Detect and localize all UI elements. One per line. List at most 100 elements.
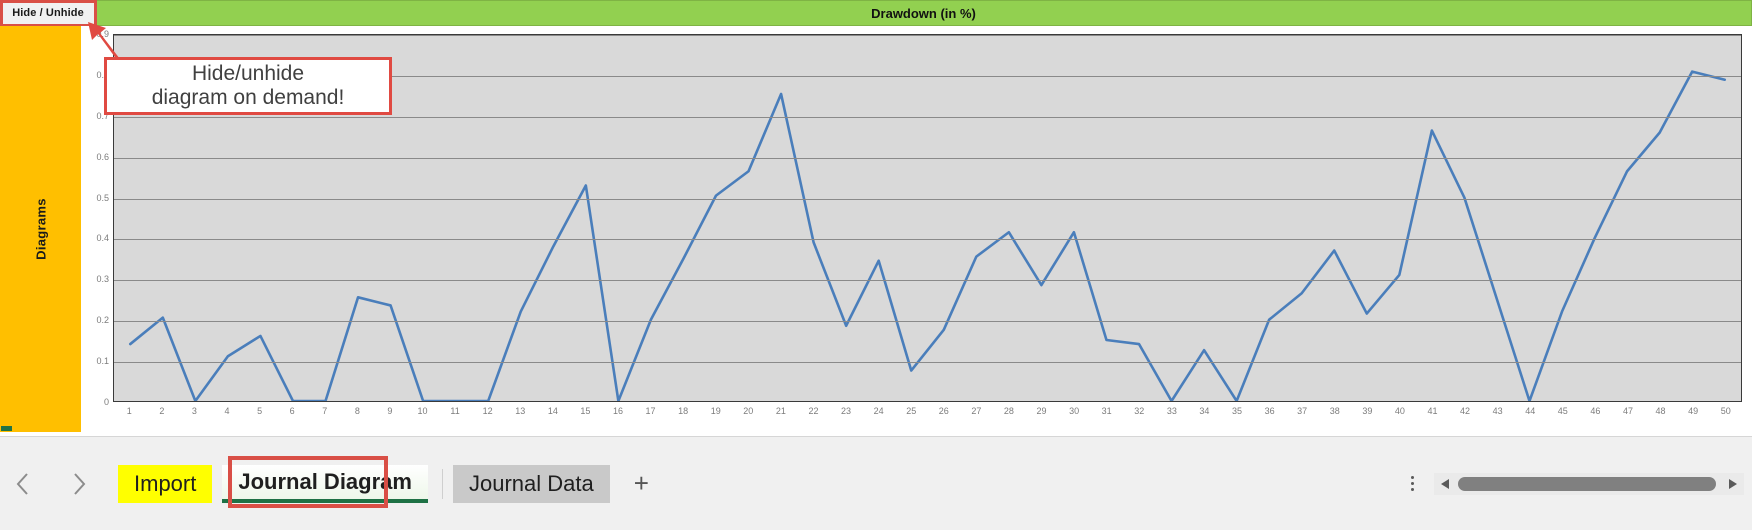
x-axis-tick-label: 20 <box>743 406 754 416</box>
sheet-corner-marker <box>1 426 12 431</box>
x-axis-tick-label: 10 <box>417 406 428 416</box>
triangle-left-icon <box>1441 478 1449 489</box>
x-axis-tick-label: 16 <box>612 406 623 416</box>
y-axis-tick-label: 0.5 <box>96 192 109 203</box>
x-axis-tick-label: 38 <box>1329 406 1340 416</box>
x-axis-tick-label: 30 <box>1069 406 1080 416</box>
callout-line-1: Hide/unhide <box>191 62 305 86</box>
gridline <box>114 198 1741 200</box>
sheet-tab-bar: Import Journal Diagram Journal Data + <box>0 436 1752 530</box>
x-axis-tick-label: 46 <box>1590 406 1601 416</box>
hide-unhide-button[interactable]: Hide / Unhide <box>0 0 96 26</box>
gridline <box>114 239 1741 241</box>
next-sheet-button[interactable] <box>62 467 96 501</box>
sheet-nav-arrows <box>6 467 96 501</box>
x-axis-tick-label: 2 <box>159 406 165 416</box>
tab-divider <box>441 468 443 499</box>
sheet-tab-import-label: Import <box>134 470 197 496</box>
x-axis-tick-label: 50 <box>1720 406 1731 416</box>
x-axis-tick-label: 11 <box>450 406 460 416</box>
sheet-tab-journal-diagram-label: Journal Diagram <box>238 468 412 494</box>
x-axis-tick-label: 40 <box>1394 406 1405 416</box>
add-sheet-button[interactable]: + <box>616 468 667 499</box>
scroll-track[interactable] <box>1456 476 1722 491</box>
x-axis-tick-label: 49 <box>1688 406 1699 416</box>
horizontal-scrollbar[interactable] <box>1434 472 1744 495</box>
x-axis-tick-label: 24 <box>873 406 884 416</box>
sheet-tab-journal-diagram[interactable]: Journal Diagram <box>222 464 428 503</box>
hide-unhide-label: Hide / Unhide <box>12 7 84 19</box>
gridline <box>114 321 1741 323</box>
x-axis-tick-label: 28 <box>1003 406 1014 416</box>
y-axis-tick-label: 0.4 <box>96 233 109 244</box>
top-bar: Hide / Unhide Drawdown (in %) <box>0 0 1752 26</box>
diagrams-sidebar[interactable]: Diagrams <box>0 26 82 432</box>
scroll-thumb[interactable] <box>1458 476 1717 491</box>
callout-line-2: diagram on demand! <box>151 86 345 109</box>
x-axis-tick-label: 18 <box>678 406 689 416</box>
x-axis-tick-label: 23 <box>841 406 852 416</box>
x-axis-tick-label: 19 <box>710 406 721 416</box>
x-axis-tick-label: 37 <box>1297 406 1308 416</box>
dot <box>1411 476 1414 479</box>
y-axis-tick-label: 0.1 <box>96 356 109 367</box>
x-axis-tick-label: 13 <box>515 406 526 416</box>
x-axis-tick-label: 25 <box>906 406 917 416</box>
x-axis-tick-label: 47 <box>1622 406 1633 416</box>
spreadsheet-diagram-view: Hide / Unhide Drawdown (in %) Diagrams 0… <box>0 0 1752 530</box>
x-axis-tick-label: 43 <box>1492 406 1503 416</box>
gridline <box>114 280 1741 282</box>
x-axis-tick-label: 29 <box>1036 406 1047 416</box>
x-axis-tick-label: 12 <box>482 406 493 416</box>
x-axis-tick-label: 9 <box>387 406 393 416</box>
callout-hide-unhide: Hide/unhide diagram on demand! <box>104 57 392 115</box>
x-axis-tick-label: 15 <box>580 406 591 416</box>
chevron-left-icon <box>16 472 28 495</box>
gridline <box>114 157 1741 159</box>
scroll-left-button[interactable] <box>1434 473 1456 495</box>
y-axis-tick-label: 0.6 <box>96 151 109 162</box>
sheet-tabs: Import Journal Diagram Journal Data + <box>118 455 667 508</box>
add-sheet-label: + <box>633 468 649 498</box>
x-axis-tick-label: 36 <box>1264 406 1275 416</box>
gridline <box>114 35 1741 36</box>
x-axis-tick-label: 7 <box>322 406 328 416</box>
sheet-tab-journal-data[interactable]: Journal Data <box>452 464 610 503</box>
scroll-right-button[interactable] <box>1722 473 1744 495</box>
x-axis-tick-label: 14 <box>547 406 558 416</box>
x-axis-tick-label: 39 <box>1362 406 1373 416</box>
x-axis-tick-label: 42 <box>1460 406 1471 416</box>
x-axis-tick-label: 45 <box>1557 406 1568 416</box>
gridline <box>114 116 1741 118</box>
x-axis-tick-label: 31 <box>1101 406 1112 416</box>
x-axis-tick-label: 33 <box>1166 406 1177 416</box>
gridline <box>114 362 1741 364</box>
y-axis-tick-label: 0.2 <box>96 315 109 326</box>
x-axis-tick-label: 32 <box>1134 406 1145 416</box>
x-axis-tick-label: 22 <box>808 406 819 416</box>
y-axis-tick-label: 0.3 <box>96 274 109 285</box>
x-axis-tick-label: 27 <box>971 406 982 416</box>
prev-sheet-button[interactable] <box>6 467 40 501</box>
sheet-bar-right-controls <box>1401 470 1752 497</box>
x-axis-tick-label: 26 <box>938 406 949 416</box>
sheet-tab-journal-data-label: Journal Data <box>468 470 594 496</box>
chevron-right-icon <box>74 472 86 495</box>
x-axis-tick-label: 6 <box>289 406 295 416</box>
x-axis-tick-label: 34 <box>1199 406 1210 416</box>
x-axis-tick-label: 21 <box>775 406 786 416</box>
x-axis-tick-label: 35 <box>1231 406 1243 416</box>
sheet-tab-import[interactable]: Import <box>118 464 213 503</box>
x-axis-tick-label: 41 <box>1427 406 1438 416</box>
more-options-icon[interactable] <box>1401 470 1424 497</box>
x-axis-tick-label: 3 <box>191 406 197 416</box>
triangle-right-icon <box>1729 478 1737 489</box>
page-title: Drawdown (in %) <box>871 5 976 21</box>
x-axis-tick-label: 8 <box>354 406 360 416</box>
x-axis-tick-label: 4 <box>224 406 230 416</box>
diagrams-sidebar-label: Diagrams <box>33 198 48 260</box>
y-axis-tick-label: 0 <box>103 397 109 407</box>
x-axis: 1 2 3 4 5 6 7 8 9 10 11 12 13 14 15 16 17 18 19 20 21 22 23 24 2… <box>113 404 1742 422</box>
chart-title-bar: Drawdown (in %) <box>96 0 1752 26</box>
dot <box>1411 488 1414 491</box>
